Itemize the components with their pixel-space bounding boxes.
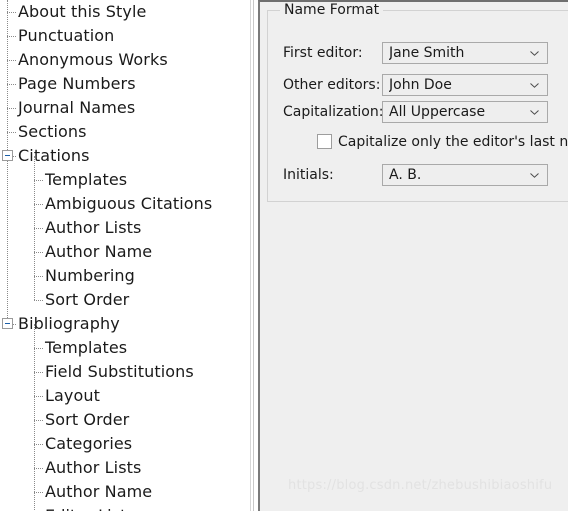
tree-item-about-this-style[interactable]: About this Style	[0, 0, 250, 24]
tree-item-label: Sort Order	[45, 410, 130, 429]
name-format-panel: Name Format First editor: Jane Smith Oth…	[258, 0, 568, 511]
capitalize-last-name-row[interactable]: Capitalize only the editor's last name	[260, 133, 568, 153]
tree-item-label: Categories	[45, 434, 133, 453]
field-initials: Initials: A. B.	[260, 164, 568, 186]
tree-item-sort-order[interactable]: Sort Order	[0, 288, 250, 312]
tree-item-label: Sort Order	[45, 290, 130, 309]
tree-item-editor-lists[interactable]: Editor Lists	[0, 504, 250, 511]
tree-connector-line	[34, 468, 43, 469]
initials-value: A. B.	[389, 167, 422, 183]
tree-item-label: Field Substitutions	[45, 362, 194, 381]
tree-item-label: Bibliography	[18, 314, 120, 333]
field-first-editor: First editor: Jane Smith	[260, 42, 568, 64]
tree-connector-line	[34, 300, 43, 301]
tree-item-label: Citations	[18, 146, 90, 165]
tree-item-anonymous-works[interactable]: Anonymous Works	[0, 48, 250, 72]
tree-item-author-lists[interactable]: Author Lists	[0, 216, 250, 240]
tree-connector-line	[34, 420, 43, 421]
tree-connector-line	[7, 108, 16, 109]
tree-item-ambiguous-citations[interactable]: Ambiguous Citations	[0, 192, 250, 216]
tree-item-sort-order[interactable]: Sort Order	[0, 408, 250, 432]
tree-item-label: Templates	[45, 338, 128, 357]
tree-item-label: Punctuation	[18, 26, 115, 45]
field-label-other-editors: Other editors:	[283, 77, 381, 93]
field-label-first-editor: First editor:	[283, 45, 363, 61]
tree-item-field-substitutions[interactable]: Field Substitutions	[0, 360, 250, 384]
tree-item-label: Anonymous Works	[18, 50, 168, 69]
tree-item-label: Layout	[45, 386, 100, 405]
style-navigation-tree[interactable]: About this Style Punctuation Anonymous Wor…	[0, 0, 250, 511]
tree-connector-line	[7, 84, 16, 85]
tree-connector-line	[7, 36, 16, 37]
tree-connector-line	[7, 12, 16, 13]
tree-item-templates[interactable]: Templates	[0, 168, 250, 192]
tree-item-label: Editor Lists	[45, 504, 135, 511]
tree-item-templates[interactable]: Templates	[0, 336, 250, 360]
chevron-down-icon	[530, 173, 539, 178]
tree-connector-line	[34, 372, 43, 373]
tree-item-bibliography[interactable]: Bibliography	[0, 312, 250, 336]
tree-connector-line	[34, 180, 43, 181]
field-label-capitalization: Capitalization:	[283, 104, 384, 120]
capitalization-combobox[interactable]: All Uppercase	[382, 101, 548, 123]
field-other-editors: Other editors: John Doe	[260, 74, 568, 96]
tree-connector-line	[34, 252, 43, 253]
watermark-text: https://blog.csdn.net/zhebushibiaoshifu	[288, 478, 553, 493]
tree-item-label: Journal Names	[18, 98, 136, 117]
tree-item-citations[interactable]: Citations	[0, 144, 250, 168]
tree-item-sections[interactable]: Sections	[0, 120, 250, 144]
first-editor-combobox[interactable]: Jane Smith	[382, 42, 548, 64]
tree-collapse-icon[interactable]	[2, 150, 13, 161]
tree-connector-line	[34, 444, 43, 445]
tree-item-layout[interactable]: Layout	[0, 384, 250, 408]
initials-combobox[interactable]: A. B.	[382, 164, 548, 186]
other-editors-combobox[interactable]: John Doe	[382, 74, 548, 96]
tree-connector-line	[34, 492, 43, 493]
tree-item-label: Sections	[18, 122, 87, 141]
tree-item-label: Author Name	[45, 482, 153, 501]
first-editor-value: Jane Smith	[389, 45, 465, 61]
tree-item-label: About this Style	[18, 2, 147, 21]
tree-item-numbering[interactable]: Numbering	[0, 264, 250, 288]
tree-item-label: Author Lists	[45, 218, 142, 237]
tree-connector-line	[34, 276, 43, 277]
tree-connector-line	[7, 132, 16, 133]
tree-item-label: Templates	[45, 170, 128, 189]
capitalize-last-name-checkbox[interactable]	[317, 134, 332, 149]
tree-item-label: Ambiguous Citations	[45, 194, 213, 213]
tree-connector-line	[7, 60, 16, 61]
tree-item-journal-names[interactable]: Journal Names	[0, 96, 250, 120]
tree-item-author-lists[interactable]: Author Lists	[0, 456, 250, 480]
other-editors-value: John Doe	[389, 77, 452, 93]
capitalize-last-name-label: Capitalize only the editor's last name	[338, 134, 568, 150]
tree-connector-line	[34, 348, 43, 349]
tree-item-author-name[interactable]: Author Name	[0, 240, 250, 264]
chevron-down-icon	[530, 51, 539, 56]
capitalization-value: All Uppercase	[389, 104, 486, 120]
groupbox-title: Name Format	[280, 2, 384, 18]
chevron-down-icon	[530, 83, 539, 88]
tree-item-label: Author Lists	[45, 458, 142, 477]
field-capitalization: Capitalization: All Uppercase	[260, 101, 568, 123]
tree-connector-line	[34, 204, 43, 205]
tree-item-author-name[interactable]: Author Name	[0, 480, 250, 504]
field-label-initials: Initials:	[283, 167, 334, 183]
tree-item-label: Author Name	[45, 242, 153, 261]
panel-splitter[interactable]	[250, 0, 254, 511]
tree-item-page-numbers[interactable]: Page Numbers	[0, 72, 250, 96]
style-editor-window: About this Style Punctuation Anonymous Wor…	[0, 0, 568, 511]
tree-connector-line	[34, 228, 43, 229]
tree-item-categories[interactable]: Categories	[0, 432, 250, 456]
tree-item-punctuation[interactable]: Punctuation	[0, 24, 250, 48]
tree-collapse-icon[interactable]	[2, 318, 13, 329]
tree-item-label: Numbering	[45, 266, 135, 285]
chevron-down-icon	[530, 110, 539, 115]
tree-item-label: Page Numbers	[18, 74, 136, 93]
tree-connector-line	[34, 396, 43, 397]
